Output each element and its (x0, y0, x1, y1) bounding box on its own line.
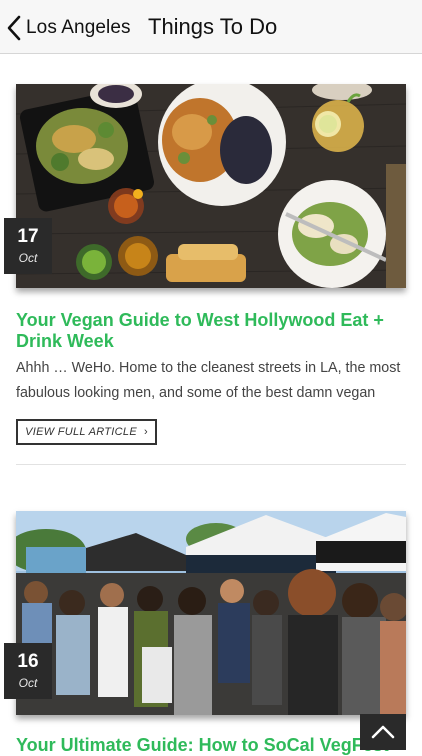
navigation-bar: Los Angeles Things To Do (0, 0, 422, 54)
chevron-left-icon (7, 15, 21, 41)
date-badge: 17 Oct (4, 218, 52, 274)
date-day: 17 (17, 226, 39, 247)
article-image-festival[interactable] (16, 511, 406, 715)
back-button[interactable]: Los Angeles (6, 12, 131, 44)
view-full-article-label: VIEW FULL ARTICLE (25, 426, 137, 438)
article-title[interactable]: Your Vegan Guide to West Hollywood Eat +… (16, 310, 401, 352)
scroll-to-top-button[interactable] (360, 714, 406, 750)
article-image-food[interactable] (16, 84, 406, 288)
date-badge: 16 Oct (4, 643, 52, 699)
back-button-label: Los Angeles (26, 17, 131, 38)
date-month: Oct (18, 251, 38, 265)
date-day: 16 (17, 651, 39, 672)
view-full-article-button[interactable]: VIEW FULL ARTICLE › (16, 419, 157, 445)
article-excerpt: Ahhh … WeHo. Home to the cleanest street… (16, 360, 401, 401)
article-title[interactable]: Your Ultimate Guide: How to SoCal VegFes… (16, 735, 401, 756)
chevron-up-icon (371, 725, 395, 739)
date-month: Oct (18, 676, 38, 690)
article-divider (16, 464, 406, 465)
page-title: Things To Do (148, 14, 278, 39)
chevron-right-icon: › (143, 426, 148, 438)
